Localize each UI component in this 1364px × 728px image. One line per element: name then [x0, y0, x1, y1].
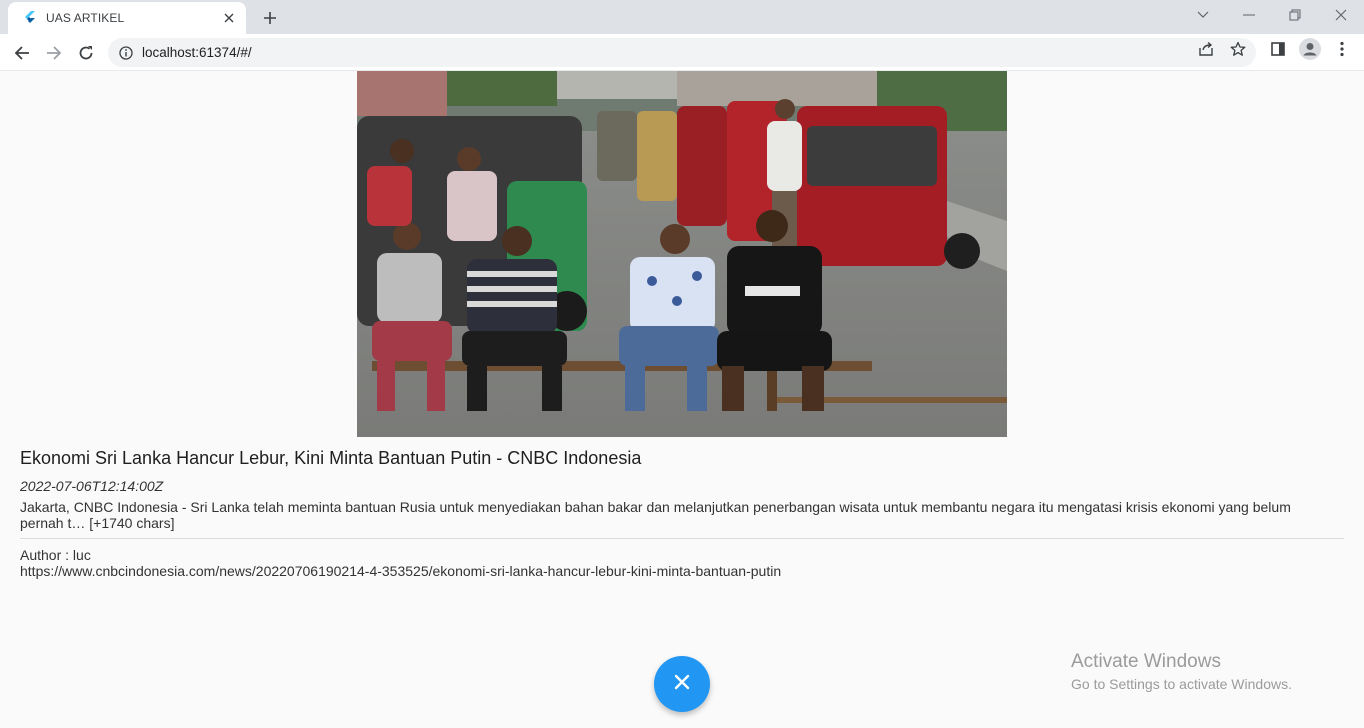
article-image — [357, 71, 1007, 437]
tab-strip: UAS ARTIKEL — [0, 0, 1364, 34]
address-bar[interactable]: localhost:61374/#/ — [108, 38, 1256, 67]
restore-icon[interactable] — [1272, 0, 1318, 30]
minimize-icon[interactable] — [1226, 0, 1272, 30]
article-published-date: 2022-07-06T12:14:00Z — [20, 478, 164, 494]
watermark-title: Activate Windows — [1071, 651, 1221, 672]
article-description: Jakarta, CNBC Indonesia - Sri Lanka tela… — [20, 499, 1291, 531]
article-title: Ekonomi Sri Lanka Hancur Lebur, Kini Min… — [20, 448, 642, 468]
tab-close-icon[interactable] — [220, 9, 238, 27]
tab-search-icon[interactable] — [1180, 0, 1226, 30]
forward-icon[interactable] — [40, 39, 68, 67]
side-panel-icon[interactable] — [1267, 39, 1289, 59]
site-info-icon[interactable] — [118, 45, 134, 61]
bookmark-star-icon[interactable] — [1227, 39, 1249, 59]
article-url[interactable]: https://www.cnbcindonesia.com/news/20220… — [20, 563, 781, 579]
profile-avatar-icon[interactable] — [1299, 38, 1321, 60]
share-icon[interactable] — [1195, 39, 1217, 59]
back-icon[interactable] — [8, 39, 36, 67]
url-text: localhost:61374/#/ — [142, 45, 252, 60]
watermark-subtitle: Go to Settings to activate Windows. — [1071, 676, 1292, 692]
flutter-icon — [22, 10, 38, 26]
windows-activation-watermark: Activate Windows Go to Settings to activ… — [1071, 651, 1292, 695]
reload-icon[interactable] — [72, 39, 100, 67]
page-viewport: Ekonomi Sri Lanka Hancur Lebur, Kini Min… — [0, 71, 1364, 728]
browser-tab[interactable]: UAS ARTIKEL — [8, 2, 246, 34]
article-author: Author : luc — [20, 547, 91, 563]
tab-title: UAS ARTIKEL — [46, 11, 125, 25]
close-window-icon[interactable] — [1318, 0, 1364, 30]
browser-menu-icon[interactable] — [1331, 39, 1353, 59]
close-fab-button[interactable] — [654, 656, 710, 712]
divider — [20, 538, 1344, 539]
new-tab-button[interactable] — [258, 6, 282, 30]
close-icon — [674, 674, 690, 695]
browser-toolbar: localhost:61374/#/ — [0, 34, 1364, 71]
